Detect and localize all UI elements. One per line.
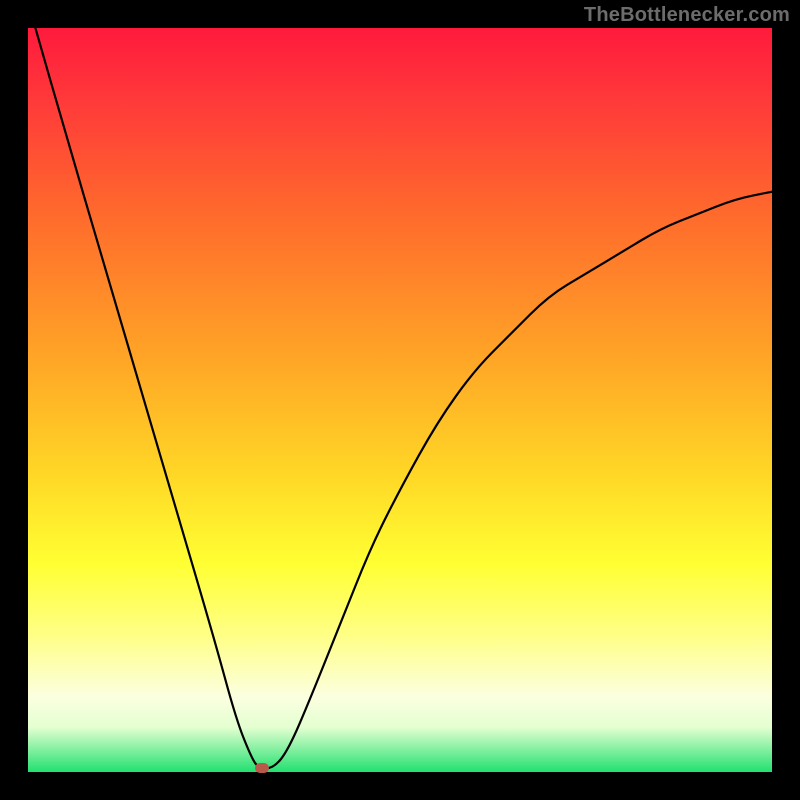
optimal-point-marker bbox=[255, 763, 269, 773]
watermark-text: TheBottlenecker.com bbox=[584, 4, 790, 27]
bottleneck-curve bbox=[28, 28, 772, 772]
chart-plot-area bbox=[28, 28, 772, 772]
